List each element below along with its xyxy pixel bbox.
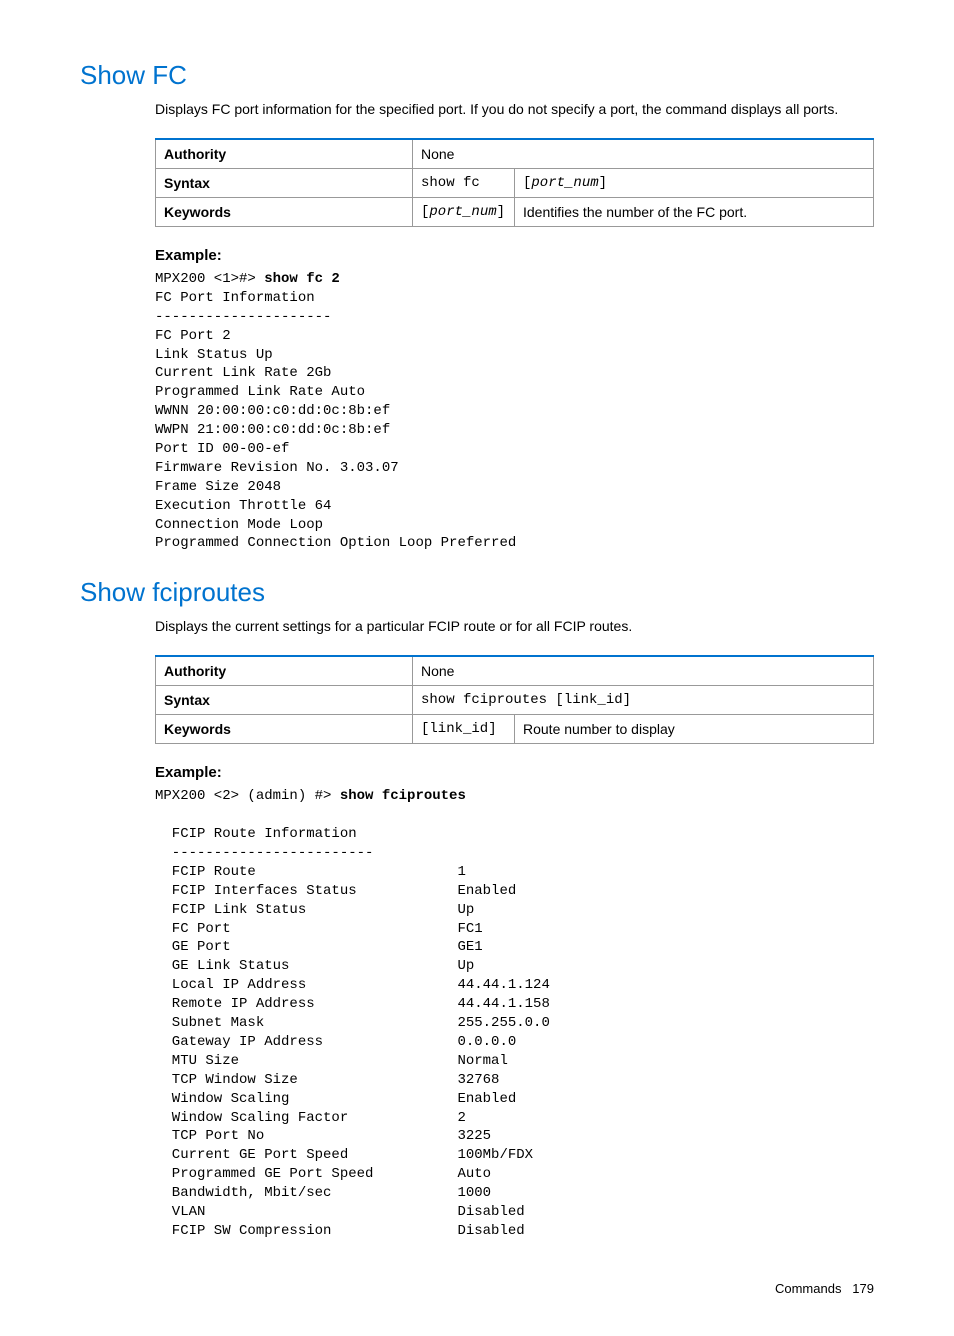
- example-output-1: MPX200 <1>#> show fc 2 FC Port Informati…: [155, 270, 874, 553]
- footer-page-number: 179: [852, 1281, 874, 1296]
- table-show-fciproutes: Authority None Syntax show fciproutes [l…: [155, 655, 874, 744]
- description-show-fc: Displays FC port information for the spe…: [155, 99, 874, 120]
- keywords-desc-2: Route number to display: [515, 715, 874, 744]
- syntax-label: Syntax: [156, 169, 413, 198]
- example-output-2: MPX200 <2> (admin) #> show fciproutes FC…: [155, 787, 874, 1240]
- keywords-label-2: Keywords: [156, 715, 413, 744]
- keywords-arg: [port_num]: [413, 198, 515, 227]
- example-label-2: Example:: [155, 764, 874, 781]
- keywords-desc: Identifies the number of the FC port.: [515, 198, 874, 227]
- keywords-arg-2: [link_id]: [413, 715, 515, 744]
- authority-label-2: Authority: [156, 656, 413, 686]
- section-heading-show-fciproutes: Show fciproutes: [80, 577, 874, 608]
- syntax-arg: [port_num]: [515, 169, 874, 198]
- description-show-fciproutes: Displays the current settings for a part…: [155, 616, 874, 637]
- example-body-2: FCIP Route Information -----------------…: [155, 826, 550, 1239]
- example-prompt-1: MPX200 <1>#>: [155, 271, 264, 287]
- example-body-1: FC Port Information --------------------…: [155, 290, 516, 552]
- example-prompt-2: MPX200 <2> (admin) #>: [155, 788, 340, 804]
- authority-value-2: None: [413, 656, 874, 686]
- example-cmd-2: show fciproutes: [340, 788, 466, 804]
- example-label-1: Example:: [155, 247, 874, 264]
- keywords-arg-inner: port_num: [429, 204, 496, 220]
- table-show-fc: Authority None Syntax show fc [port_num]…: [155, 138, 874, 227]
- section-heading-show-fc: Show FC: [80, 60, 874, 91]
- page-footer: Commands 179: [80, 1281, 874, 1296]
- authority-value: None: [413, 139, 874, 169]
- syntax-full-2: show fciproutes [link_id]: [413, 686, 874, 715]
- footer-section: Commands: [775, 1281, 841, 1296]
- syntax-command: show fc: [413, 169, 515, 198]
- syntax-arg-inner: port_num: [531, 175, 598, 191]
- syntax-label-2: Syntax: [156, 686, 413, 715]
- keywords-label: Keywords: [156, 198, 413, 227]
- authority-label: Authority: [156, 139, 413, 169]
- example-cmd-1: show fc 2: [264, 271, 340, 287]
